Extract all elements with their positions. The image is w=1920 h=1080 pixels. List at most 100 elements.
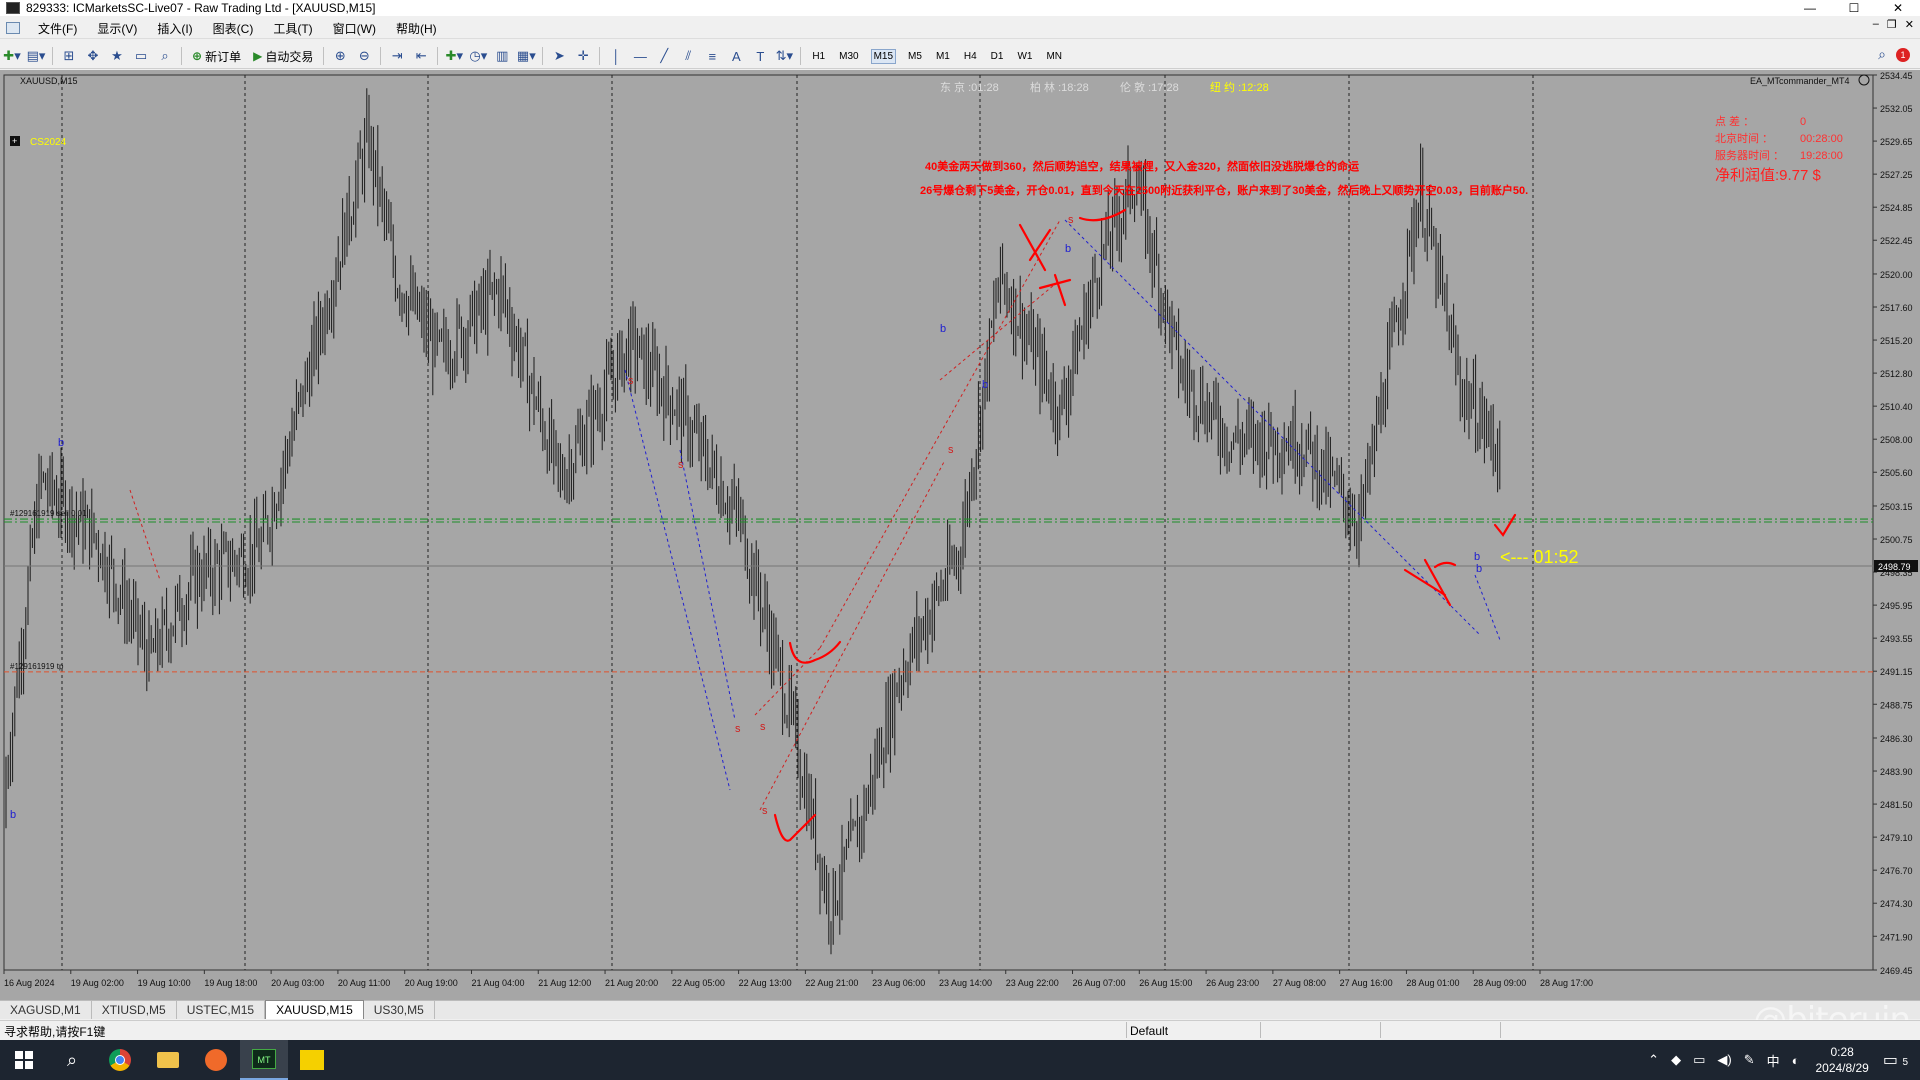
price-label: 2522.45 [1880,236,1913,246]
tab-xtiusd-m5[interactable]: XTIUSD,M5 [92,1001,177,1019]
menu-help[interactable]: 帮助(H) [386,20,447,37]
toolbar-right: ⌕ 1 [1878,46,1910,63]
clock[interactable]: 0:28 2024/8/29 [1815,1044,1868,1076]
search-button[interactable]: ⌕ [48,1040,96,1080]
timeframe-w1[interactable]: W1 [1015,50,1034,63]
clock-date: 2024/8/29 [1815,1061,1869,1075]
time-label: 22 Aug 05:00 [672,978,725,988]
info-label: 北京时间 ： [1715,131,1773,145]
alert-badge[interactable]: 1 [1896,47,1910,62]
minimize-button[interactable]: — [1788,0,1832,16]
status-profile: Default [1130,1024,1169,1038]
tab-ustec-m15[interactable]: USTEC,M15 [177,1001,266,1019]
templates-icon[interactable]: ▥ [492,46,512,66]
price-label: 2491.15 [1880,667,1913,677]
auto-scroll-icon[interactable]: ⇤ [411,46,431,66]
crosshair-icon[interactable]: ✛ [573,46,593,66]
time-label: 26 Aug 15:00 [1139,978,1192,988]
maximize-button[interactable]: ☐ [1832,0,1876,16]
strategy-tester-icon[interactable]: ⌕ [155,46,175,66]
time-label: 20 Aug 03:00 [271,978,324,988]
price-chart[interactable]: 2534.45 2532.05 2529.65 2527.25 2524.85 2522.… [0,70,1920,1000]
fibonacci-icon[interactable]: ≡ [702,46,722,66]
trade-marker-s: s [760,721,766,733]
navigator-icon[interactable]: ★ [107,46,127,66]
timeframe-m5[interactable]: M5 [906,50,924,63]
horizontal-line-icon[interactable]: — [630,46,650,66]
trade-marker-s: s [948,444,954,456]
chart-window-icon[interactable] [6,22,20,34]
market-watch-icon[interactable]: ⊞ [59,46,79,66]
timeframe-h1[interactable]: H1 [810,50,827,63]
start-button[interactable] [0,1040,48,1080]
toolbar-separator [323,47,325,65]
timeframe-m1[interactable]: M1 [934,50,952,63]
timeframe-h4[interactable]: H4 [962,50,979,63]
time-label: 19 Aug 02:00 [71,978,124,988]
timeframe-mn[interactable]: MN [1044,50,1064,63]
chart-window[interactable]: 2534.45 2532.05 2529.65 2527.25 2524.85 2522.… [0,70,1920,1000]
timeframe-m15[interactable]: M15 [870,48,897,64]
clock-time: 0:28 [1830,1045,1854,1059]
mdi-close-icon[interactable]: ✕ [1905,18,1914,31]
app-tray-icon[interactable]: ◆ [1671,1052,1681,1068]
timeframe-m30[interactable]: M30 [837,50,860,63]
time-label: 21 Aug 20:00 [605,978,658,988]
chart-shift-icon[interactable]: ⇥ [387,46,407,66]
tab-us30-m5[interactable]: US30,M5 [364,1001,435,1019]
taskbar-explorer[interactable] [144,1040,192,1080]
taskbar-chrome[interactable] [96,1040,144,1080]
new-order-button[interactable]: ⊕ 新订单 [188,46,245,66]
network-icon[interactable]: ▭ [1693,1052,1705,1068]
text-label-icon[interactable]: T [750,46,770,66]
trade-marker-s: s [628,375,634,387]
trendline-icon[interactable]: ╱ [654,46,674,66]
chevron-up-icon[interactable]: ⌃ [1648,1052,1659,1068]
new-chart-icon[interactable]: ✚ ▾ [2,46,22,66]
profiles-icon[interactable]: ▤▾ [26,46,46,66]
search-icon[interactable]: ⌕ [1878,46,1886,63]
notification-center[interactable]: ▭ 5 [1883,1050,1908,1070]
input-language[interactable]: 中 [1767,1051,1780,1070]
timeframe-d1[interactable]: D1 [989,50,1006,63]
menu-file[interactable]: 文件(F) [28,20,87,37]
channel-icon[interactable]: ⫽ [678,46,698,66]
mdi-minimize-icon[interactable]: – [1873,18,1879,31]
trade-line [1064,219,1481,636]
cursor-icon[interactable]: ➤ [549,46,569,66]
volume-icon[interactable]: ◀) [1717,1052,1731,1068]
annotation-text-1: 40美金两天做到360，然后顺势追空，结果被埋，又入金320，然面依旧没逃脱爆仓… [925,159,1359,173]
price-label: 2469.45 [1880,966,1913,976]
text-icon[interactable]: A [726,46,746,66]
price-label: 2510.40 [1880,402,1913,412]
mdi-controls: – ❐ ✕ [1873,18,1914,31]
taskbar: ⌕ MT [0,1040,1920,1080]
taskbar-app[interactable] [192,1040,240,1080]
pen-icon[interactable]: ✎ [1744,1052,1755,1068]
ea-smiley-icon [1858,74,1870,86]
periods-icon[interactable]: ◷▾ [468,46,488,66]
tab-xagusd-m1[interactable]: XAGUSD,M1 [0,1001,92,1019]
menu-charts[interactable]: 图表(C) [203,20,264,37]
arrows-icon[interactable]: ⇅▾ [774,46,794,66]
zoom-out-icon[interactable]: ⊖ [354,46,374,66]
indicators-icon[interactable]: ✚ ▾ [444,46,464,66]
zoom-in-icon[interactable]: ⊕ [330,46,350,66]
menu-insert[interactable]: 插入(I) [147,20,202,37]
close-button[interactable]: ✕ [1876,0,1920,16]
menu-window[interactable]: 窗口(W) [323,20,386,37]
auto-trading-button[interactable]: ▶ 自动交易 [249,46,317,66]
terminal-icon[interactable]: ▭ [131,46,151,66]
mdi-restore-icon[interactable]: ❐ [1887,18,1897,31]
vertical-line-icon[interactable]: │ [606,46,626,66]
taskbar-yellow-app[interactable] [288,1040,336,1080]
data-window-icon[interactable]: ✥ [83,46,103,66]
session-time: 东 京 :01:28 [940,80,999,94]
menu-tools[interactable]: 工具(T) [263,20,322,37]
chart-properties-icon[interactable]: ▦▾ [516,46,536,66]
menu-view[interactable]: 显示(V) [87,20,147,37]
ime-icon[interactable]: ◐ [1792,1053,1800,1068]
taskbar-mt4[interactable]: MT [240,1040,288,1080]
trade-marker-b: b [58,437,64,449]
tab-xauusd-m15[interactable]: XAUUSD,M15 [265,1000,364,1019]
